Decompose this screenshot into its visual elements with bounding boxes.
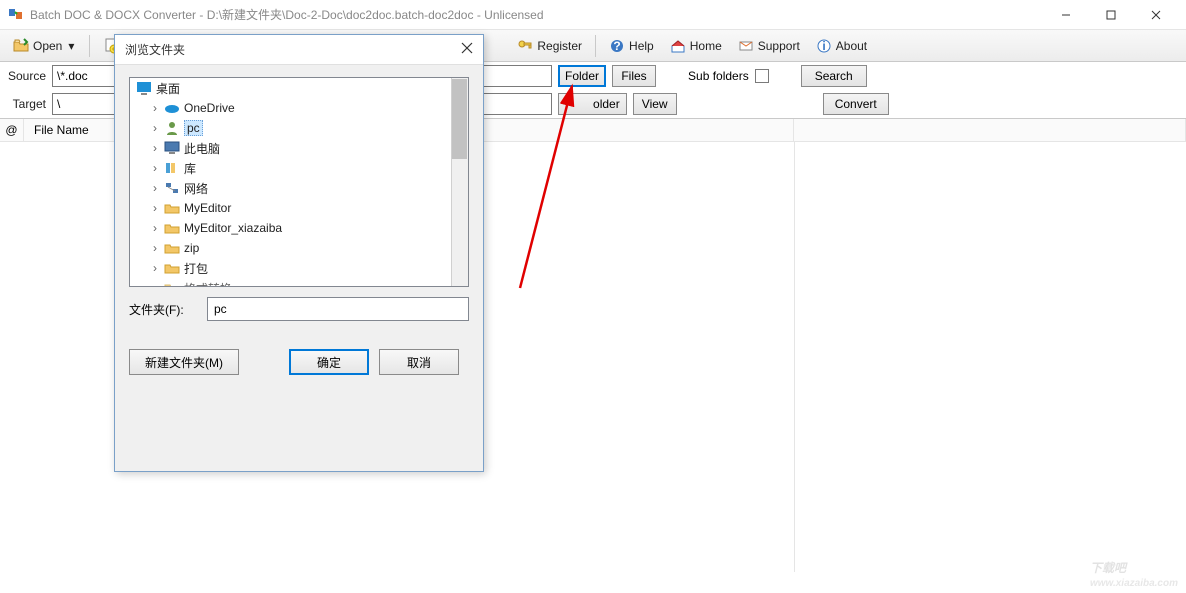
home-icon bbox=[670, 38, 686, 54]
col-at[interactable]: @ bbox=[0, 119, 24, 141]
watermark: 下载吧 www.xiazaiba.com bbox=[1090, 552, 1178, 589]
svg-text:?: ? bbox=[613, 39, 620, 53]
ok-button[interactable]: 确定 bbox=[289, 349, 369, 375]
target-folder-button[interactable]: Folderolder bbox=[558, 93, 627, 115]
tree-item-onedrive[interactable]: ›OneDrive bbox=[130, 98, 468, 118]
user-icon bbox=[164, 120, 180, 136]
folder-name-row: 文件夹(F): bbox=[129, 297, 469, 321]
subfolders-checkbox[interactable] bbox=[755, 69, 769, 83]
dialog-close-button[interactable] bbox=[461, 42, 473, 57]
folder-icon bbox=[164, 240, 180, 256]
tree-item-thispc[interactable]: ›此电脑 bbox=[130, 138, 468, 158]
about-button[interactable]: i About bbox=[809, 34, 874, 58]
tree-item-pc[interactable]: ›pc bbox=[130, 118, 468, 138]
tree-item-geshizhuanhuan[interactable]: ›格式转换 bbox=[130, 278, 468, 287]
col-rest[interactable] bbox=[794, 119, 1186, 141]
maximize-button[interactable] bbox=[1088, 0, 1133, 30]
key-icon bbox=[517, 38, 533, 54]
open-dropdown-icon[interactable]: ▾ bbox=[66, 39, 76, 53]
monitor-icon bbox=[164, 140, 180, 156]
tree-root[interactable]: 桌面 bbox=[130, 78, 468, 98]
target-label: Target bbox=[6, 97, 46, 111]
window-title: Batch DOC & DOCX Converter - D:\新建文件夹\Do… bbox=[30, 6, 1043, 23]
folder-icon bbox=[164, 220, 180, 236]
search-button[interactable]: Search bbox=[801, 65, 867, 87]
home-label: Home bbox=[690, 39, 722, 53]
support-button[interactable]: Support bbox=[731, 34, 807, 58]
tree-item-myeditor-xiazaiba[interactable]: ›MyEditor_xiazaiba bbox=[130, 218, 468, 238]
tree-scrollbar[interactable] bbox=[451, 78, 468, 286]
files-button[interactable]: Files bbox=[612, 65, 656, 87]
folder-name-input[interactable] bbox=[207, 297, 469, 321]
home-button[interactable]: Home bbox=[663, 34, 729, 58]
open-label: Open bbox=[33, 39, 62, 53]
network-icon bbox=[164, 180, 180, 196]
convert-button[interactable]: Convert bbox=[823, 93, 889, 115]
browse-folder-dialog: 浏览文件夹 桌面 ›OneDrive ›pc ›此电脑 ›库 ›网络 ›MyEd… bbox=[114, 34, 484, 472]
cloud-icon bbox=[164, 100, 180, 116]
folder-button[interactable]: Folder bbox=[558, 65, 606, 87]
window-buttons bbox=[1043, 0, 1178, 30]
register-label: Register bbox=[537, 39, 582, 53]
svg-text:i: i bbox=[822, 39, 825, 53]
cancel-button[interactable]: 取消 bbox=[379, 349, 459, 375]
folder-name-label: 文件夹(F): bbox=[129, 301, 195, 318]
tree-item-zip[interactable]: ›zip bbox=[130, 238, 468, 258]
about-label: About bbox=[836, 39, 867, 53]
tree-item-network[interactable]: ›网络 bbox=[130, 178, 468, 198]
scrollbar-thumb[interactable] bbox=[452, 79, 467, 159]
tree-item-libraries[interactable]: ›库 bbox=[130, 158, 468, 178]
app-icon bbox=[8, 7, 24, 23]
tree-item-dabao[interactable]: ›打包 bbox=[130, 258, 468, 278]
libraries-icon bbox=[164, 160, 180, 176]
folder-icon bbox=[164, 200, 180, 216]
info-icon: i bbox=[816, 38, 832, 54]
support-label: Support bbox=[758, 39, 800, 53]
desktop-icon bbox=[136, 80, 152, 96]
help-label: Help bbox=[629, 39, 654, 53]
open-button[interactable]: Open ▾ bbox=[6, 34, 83, 58]
dialog-titlebar: 浏览文件夹 bbox=[115, 35, 483, 65]
subfolders-label: Sub folders bbox=[688, 69, 749, 83]
list-divider bbox=[794, 142, 795, 572]
separator bbox=[595, 35, 596, 57]
dialog-title: 浏览文件夹 bbox=[125, 41, 461, 58]
folder-tree[interactable]: 桌面 ›OneDrive ›pc ›此电脑 ›库 ›网络 ›MyEditor ›… bbox=[129, 77, 469, 287]
view-button[interactable]: View bbox=[633, 93, 677, 115]
help-button[interactable]: ? Help bbox=[602, 34, 661, 58]
separator bbox=[89, 35, 90, 57]
new-folder-button[interactable]: 新建文件夹(M) bbox=[129, 349, 239, 375]
help-icon: ? bbox=[609, 38, 625, 54]
folder-icon bbox=[164, 260, 180, 276]
folder-open-icon bbox=[13, 38, 29, 54]
source-label: Source bbox=[6, 69, 46, 83]
support-icon bbox=[738, 38, 754, 54]
close-button[interactable] bbox=[1133, 0, 1178, 30]
titlebar: Batch DOC & DOCX Converter - D:\新建文件夹\Do… bbox=[0, 0, 1186, 30]
minimize-button[interactable] bbox=[1043, 0, 1088, 30]
folder-icon bbox=[164, 280, 180, 287]
dialog-buttons: 新建文件夹(M) 确定 取消 bbox=[129, 349, 469, 375]
register-button[interactable]: Register bbox=[510, 34, 589, 58]
tree-item-myeditor[interactable]: ›MyEditor bbox=[130, 198, 468, 218]
